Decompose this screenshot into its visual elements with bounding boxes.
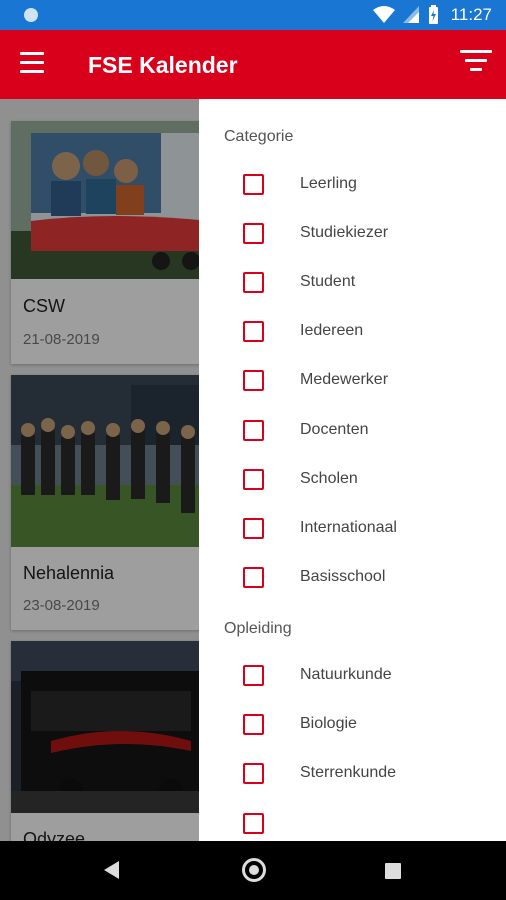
checkbox[interactable] (243, 223, 264, 244)
checkbox[interactable] (243, 763, 264, 784)
filter-label: Leerling (300, 175, 357, 192)
filter-option-partial[interactable] (199, 805, 506, 841)
system-nav-bar (0, 841, 506, 900)
filter-option-docenten[interactable]: Docenten (199, 412, 506, 452)
filter-label: Basisschool (300, 568, 386, 585)
recents-icon[interactable] (385, 863, 401, 879)
filter-option-biologie[interactable]: Biologie (199, 706, 506, 746)
checkbox[interactable] (243, 370, 264, 391)
filter-label: Student (300, 273, 356, 290)
checkbox[interactable] (243, 813, 264, 834)
wifi-icon (372, 6, 395, 23)
filter-option-leerling[interactable]: Leerling (199, 166, 506, 206)
filter-option-medewerker[interactable]: Medewerker (199, 362, 506, 402)
checkbox[interactable] (243, 420, 264, 441)
section-header-opleiding: Opleiding (224, 620, 292, 637)
filter-drawer: Categorie Leerling Studiekiezer Student … (199, 99, 506, 841)
filter-option-studiekiezer[interactable]: Studiekiezer (199, 215, 506, 255)
battery-charging-icon (428, 5, 438, 24)
filter-label: Sterrenkunde (300, 764, 397, 781)
filter-option-iedereen[interactable]: Iedereen (199, 313, 506, 353)
filter-option-student[interactable]: Student (199, 264, 506, 304)
filter-option-internationaal[interactable]: Internationaal (199, 510, 506, 550)
checkbox[interactable] (243, 714, 264, 735)
checkbox[interactable] (243, 567, 264, 588)
filter-label: Scholen (300, 470, 358, 487)
hamburger-menu-icon[interactable] (20, 52, 50, 78)
checkbox[interactable] (243, 518, 264, 539)
checkbox[interactable] (243, 665, 264, 686)
filter-label: Docenten (300, 421, 369, 438)
status-time: 11:27 (450, 5, 492, 24)
notification-dot-icon (24, 8, 38, 22)
status-icons: 11:27 (372, 5, 492, 25)
back-icon[interactable] (104, 861, 119, 879)
filter-option-basisschool[interactable]: Basisschool (199, 559, 506, 599)
filter-icon[interactable] (458, 50, 494, 80)
cellular-signal-icon (402, 6, 419, 23)
filter-label: Natuurkunde (300, 666, 392, 683)
status-bar: 11:27 (0, 0, 506, 30)
checkbox[interactable] (243, 321, 264, 342)
app-title: FSE Kalender (88, 52, 238, 78)
filter-label: Biologie (300, 715, 357, 732)
filter-option-natuurkunde[interactable]: Natuurkunde (199, 657, 506, 697)
filter-option-sterrenkunde[interactable]: Sterrenkunde (199, 755, 506, 795)
home-icon[interactable] (242, 858, 266, 882)
filter-label: Medewerker (300, 371, 389, 388)
filter-option-scholen[interactable]: Scholen (199, 461, 506, 501)
section-header-categorie: Categorie (224, 128, 294, 145)
checkbox[interactable] (243, 272, 264, 293)
filter-label: Iedereen (300, 322, 364, 339)
app-bar: FSE Kalender (0, 30, 506, 99)
filter-label: Internationaal (300, 519, 397, 536)
filter-label: Studiekiezer (300, 224, 389, 241)
checkbox[interactable] (243, 469, 264, 490)
checkbox[interactable] (243, 174, 264, 195)
